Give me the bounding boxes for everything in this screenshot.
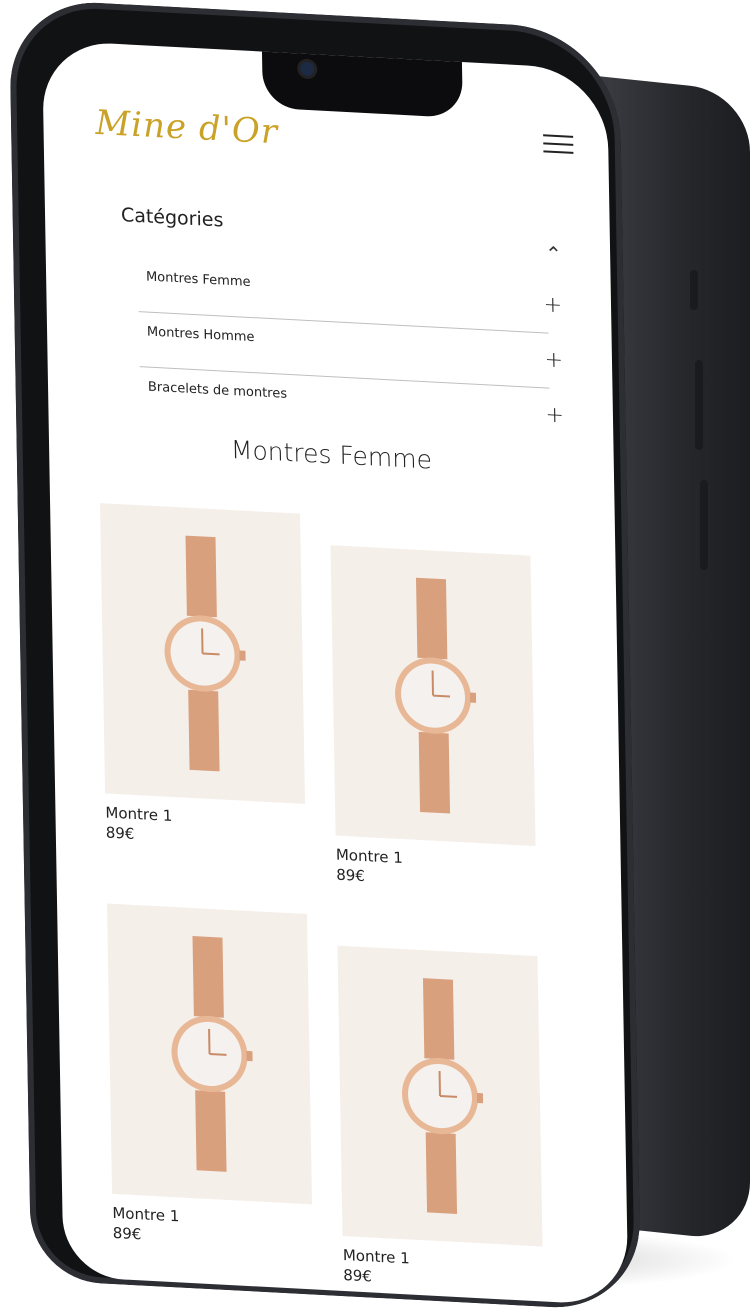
category-list: Montres Femme + Montres Homme + Bracelet… (138, 257, 551, 443)
phone-mute-switch (690, 270, 698, 310)
watch-icon (155, 526, 249, 781)
brand-logo[interactable]: Mine d'Or (95, 103, 278, 153)
phone-screen: Mine d'Or Catégories ⌃ Montres Femme + M… (42, 40, 628, 1306)
watch-icon (162, 926, 256, 1181)
category-item-label: Montres Femme (146, 269, 251, 290)
plus-icon[interactable]: + (543, 292, 562, 318)
product-card[interactable]: Montre 1 89€ (331, 545, 537, 894)
product-card[interactable]: Montre 1 89€ (100, 503, 306, 852)
product-image[interactable] (100, 503, 305, 804)
product-image[interactable] (331, 545, 536, 846)
category-item-label: Bracelets de montres (148, 380, 287, 402)
front-camera-icon (300, 62, 314, 77)
watch-icon (393, 969, 487, 1224)
category-item-label: Montres Homme (147, 325, 255, 346)
product-card[interactable]: Montre 1 89€ (337, 946, 543, 1295)
categories-heading[interactable]: Catégories (121, 204, 224, 231)
product-card[interactable]: Montre 1 89€ (107, 904, 313, 1253)
watch-icon (386, 568, 480, 823)
chevron-up-icon[interactable]: ⌃ (545, 241, 562, 266)
plus-icon[interactable]: + (544, 347, 563, 373)
product-grid: Montre 1 89€ Montre 1 89€ (90, 503, 600, 530)
product-image[interactable] (107, 904, 312, 1205)
phone-volume-up-button (695, 360, 703, 450)
hamburger-menu-icon[interactable] (543, 128, 574, 160)
product-image[interactable] (337, 946, 542, 1247)
phone-volume-down-button (700, 480, 708, 570)
plus-icon[interactable]: + (545, 402, 564, 428)
